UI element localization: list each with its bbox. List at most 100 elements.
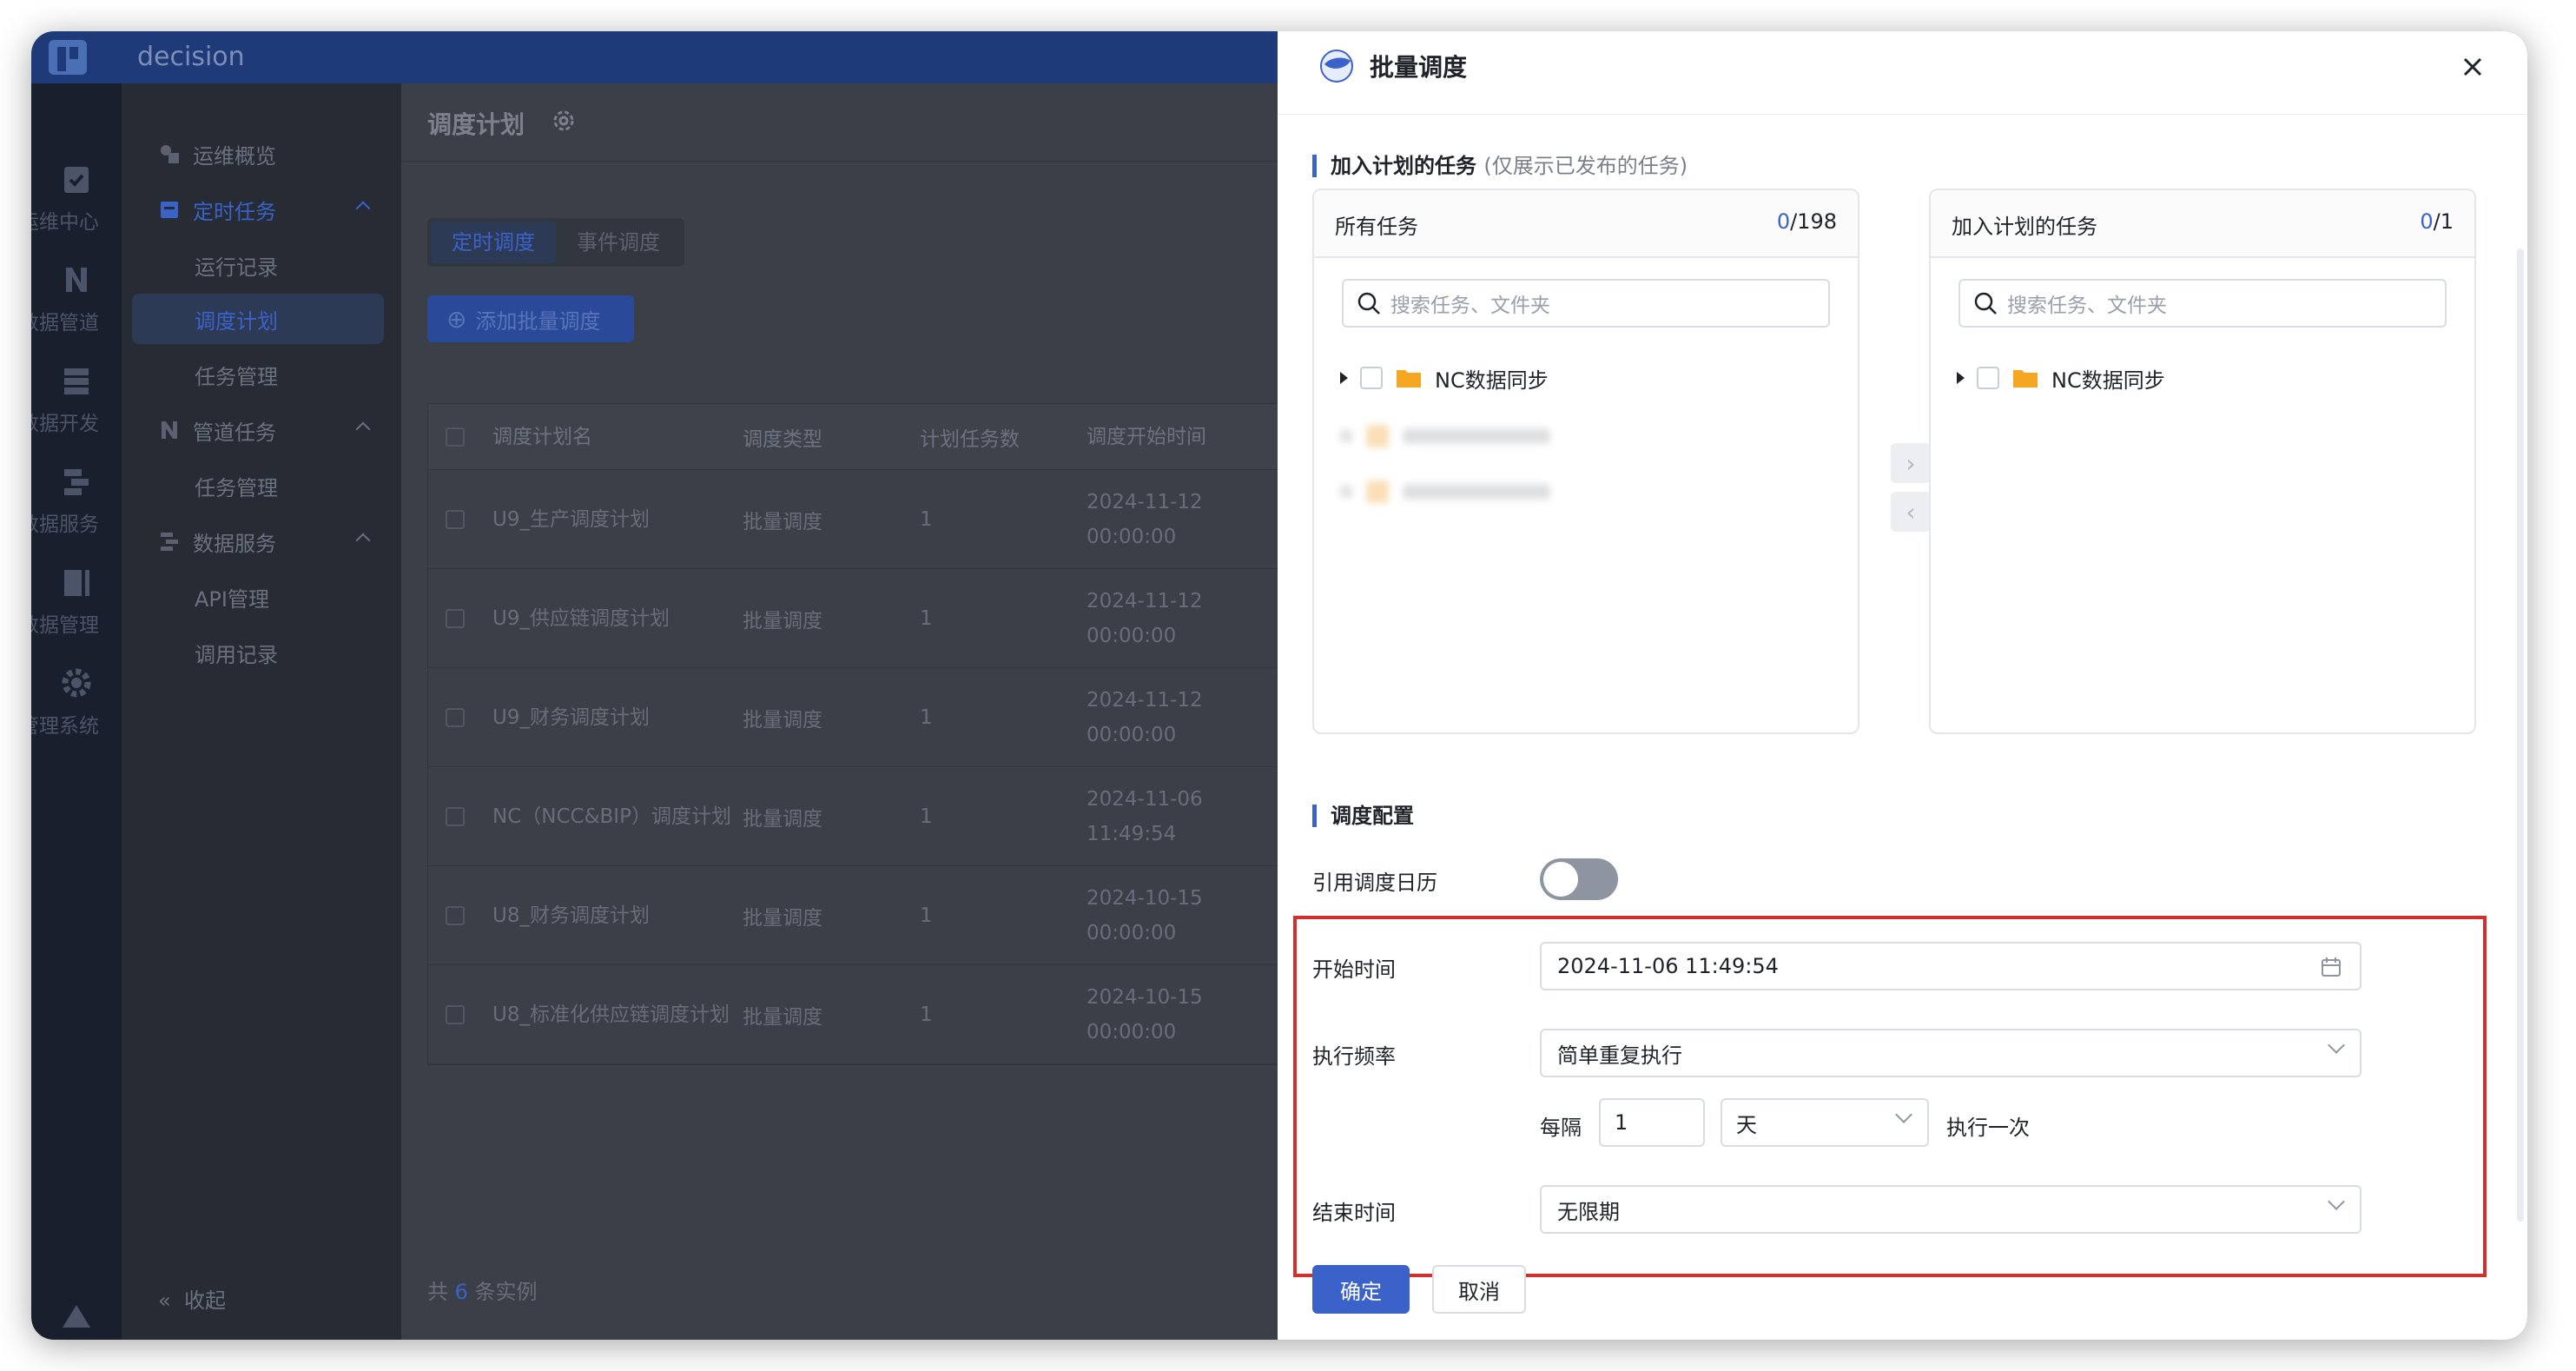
overview-icon <box>161 145 179 163</box>
drawer-title: 批量调度 <box>1370 53 1468 82</box>
rail-item-admin[interactable]: 管理系统 <box>31 666 122 770</box>
row-checkbox[interactable] <box>446 509 465 529</box>
start-time-picker[interactable]: 2024-11-06 11:49:54 <box>1540 942 2361 990</box>
row-checkbox[interactable] <box>446 1004 465 1024</box>
frequency-label: 执行频率 <box>1312 1044 1396 1069</box>
blurred-tree-row <box>1340 479 1550 505</box>
nav-item-pipeline-task-management[interactable]: 任务管理 <box>122 460 401 511</box>
nav-group-data-service[interactable]: 数据服务 <box>122 516 401 566</box>
execute-once-label: 执行一次 <box>1946 1116 2030 1140</box>
nav-item-task-management[interactable]: 任务管理 <box>122 349 401 400</box>
service-icon <box>64 469 89 495</box>
gear-icon <box>62 668 91 698</box>
toggle-knob <box>1543 862 1578 897</box>
app-window: decision 运维中心 数据管道 数据开发 数据服务 数据管理 管理系统 <box>31 31 2527 1340</box>
folder-checkbox[interactable] <box>1360 367 1383 389</box>
nav-item-call-records[interactable]: 调用记录 <box>122 627 401 678</box>
row-checkbox[interactable] <box>446 905 465 925</box>
scrollbar[interactable] <box>2517 248 2524 1222</box>
confirm-button[interactable]: 确定 <box>1312 1265 1410 1314</box>
panel-header: 所有任务 0/198 <box>1314 190 1858 258</box>
folder-checkbox[interactable] <box>1977 367 1999 389</box>
clipboard-check-icon <box>64 167 89 193</box>
nav-group-timed-tasks[interactable]: 定时任务 <box>122 184 401 235</box>
pipeline-icon <box>66 268 87 292</box>
section-tasks-hint: (仅展示已发布的任务) <box>1483 154 1688 178</box>
rail-item-data-mgmt[interactable]: 数据管理 <box>31 565 122 669</box>
calendar-label: 引用调度日历 <box>1312 871 1437 895</box>
calendar-task-icon <box>161 202 178 218</box>
interval-unit-select[interactable]: 天 <box>1721 1098 1929 1147</box>
all-tasks-panel: 所有任务 0/198 搜索任务、文件夹 NC数据同步 <box>1312 189 1859 734</box>
move-left-button[interactable]: ‹ <box>1891 492 1931 532</box>
row-checkbox[interactable] <box>446 707 465 727</box>
rail-item-ops[interactable]: 运维中心 <box>31 162 122 266</box>
search-input[interactable]: 搜索任务、文件夹 <box>1342 279 1830 328</box>
settings-icon[interactable] <box>551 108 577 134</box>
rail-label: 管理系统 <box>31 715 99 738</box>
tab-event-schedule[interactable]: 事件调度 <box>556 222 681 263</box>
panel-header: 加入计划的任务 0/1 <box>1931 190 2474 258</box>
folder-icon <box>1397 370 1421 387</box>
row-checkbox[interactable] <box>446 608 465 628</box>
frequency-select[interactable]: 简单重复执行 <box>1540 1029 2361 1077</box>
end-time-select[interactable]: 无限期 <box>1540 1185 2361 1234</box>
total-count: 共 6 条实例 <box>427 1280 538 1304</box>
schedule-type-tabs: 定时调度 事件调度 <box>427 218 684 267</box>
data-management-icon <box>64 570 89 596</box>
app-name: decision <box>137 42 245 72</box>
module-rail: 运维中心 数据管道 数据开发 数据服务 数据管理 管理系统 <box>31 83 122 1340</box>
nav-item-overview[interactable]: 运维概览 <box>122 129 401 179</box>
collapse-sidebar-button[interactable]: « 收起 <box>158 1283 226 1314</box>
cancel-button[interactable]: 取消 <box>1432 1265 1526 1314</box>
rail-label: 数据管道 <box>31 312 99 334</box>
rail-label: 运维中心 <box>31 211 99 234</box>
interval-input[interactable]: 1 <box>1599 1098 1705 1147</box>
rail-item-drive[interactable] <box>31 1300 122 1340</box>
chevron-up-icon <box>355 421 371 437</box>
expand-arrow-icon[interactable] <box>1957 372 1965 384</box>
app-logo-icon <box>49 40 87 75</box>
rail-item-dev[interactable]: 数据开发 <box>31 363 122 467</box>
expand-arrow-icon[interactable] <box>1340 372 1348 384</box>
page-title: 调度计划 <box>427 110 525 139</box>
select-all-checkbox[interactable] <box>446 427 465 447</box>
rail-item-service[interactable]: 数据服务 <box>31 464 122 568</box>
chevron-down-icon <box>2328 1193 2345 1210</box>
nav-item-schedule-plan[interactable]: 调度计划 <box>132 294 384 344</box>
drive-icon <box>63 1305 90 1328</box>
calendar-toggle[interactable] <box>1540 858 1618 900</box>
batch-schedule-drawer: 批量调度 加入计划的任务 (仅展示已发布的任务) 所有任务 0/198 搜索任务… <box>1278 31 2527 1340</box>
move-right-button[interactable]: › <box>1891 443 1931 483</box>
drawer-header: 批量调度 <box>1278 31 2527 115</box>
every-label: 每隔 <box>1540 1116 1582 1140</box>
section-tasks-title: 加入计划的任务 (仅展示已发布的任务) <box>1312 155 1688 177</box>
rail-label: 数据服务 <box>31 513 99 536</box>
selection-count: 0/198 <box>1776 209 1837 234</box>
nav-group-pipeline-tasks[interactable]: 管道任务 <box>122 405 401 455</box>
tab-timed-schedule[interactable]: 定时调度 <box>431 222 556 263</box>
row-checkbox[interactable] <box>446 806 465 826</box>
globe-logo-icon <box>1320 50 1353 83</box>
chevron-up-icon <box>355 201 371 216</box>
selection-count: 0/1 <box>2420 209 2454 234</box>
tree-row-folder[interactable]: NC数据同步 <box>1957 361 2165 395</box>
rail-label: 数据开发 <box>31 413 99 435</box>
pipeline-icon <box>162 421 177 439</box>
service-icon <box>161 533 178 551</box>
start-time-label: 开始时间 <box>1312 957 1396 982</box>
chevron-down-icon <box>1895 1106 1912 1123</box>
double-chevron-left-icon: « <box>158 1288 171 1313</box>
nav-item-api-management[interactable]: API管理 <box>122 572 401 622</box>
plus-circle-icon: ⊕ <box>446 304 467 334</box>
close-icon[interactable] <box>2460 54 2486 80</box>
section-config-title: 调度配置 <box>1312 805 1414 827</box>
nav-item-run-records[interactable]: 运行记录 <box>122 240 401 290</box>
server-icon <box>64 368 89 394</box>
calendar-icon <box>2322 957 2341 977</box>
add-batch-schedule-button[interactable]: ⊕ 添加批量调度 <box>427 295 634 342</box>
tree-row-folder[interactable]: NC数据同步 <box>1340 361 1549 395</box>
end-time-label: 结束时间 <box>1312 1201 1396 1225</box>
search-input[interactable]: 搜索任务、文件夹 <box>1958 279 2447 328</box>
rail-item-pipeline[interactable]: 数据管道 <box>31 262 122 367</box>
